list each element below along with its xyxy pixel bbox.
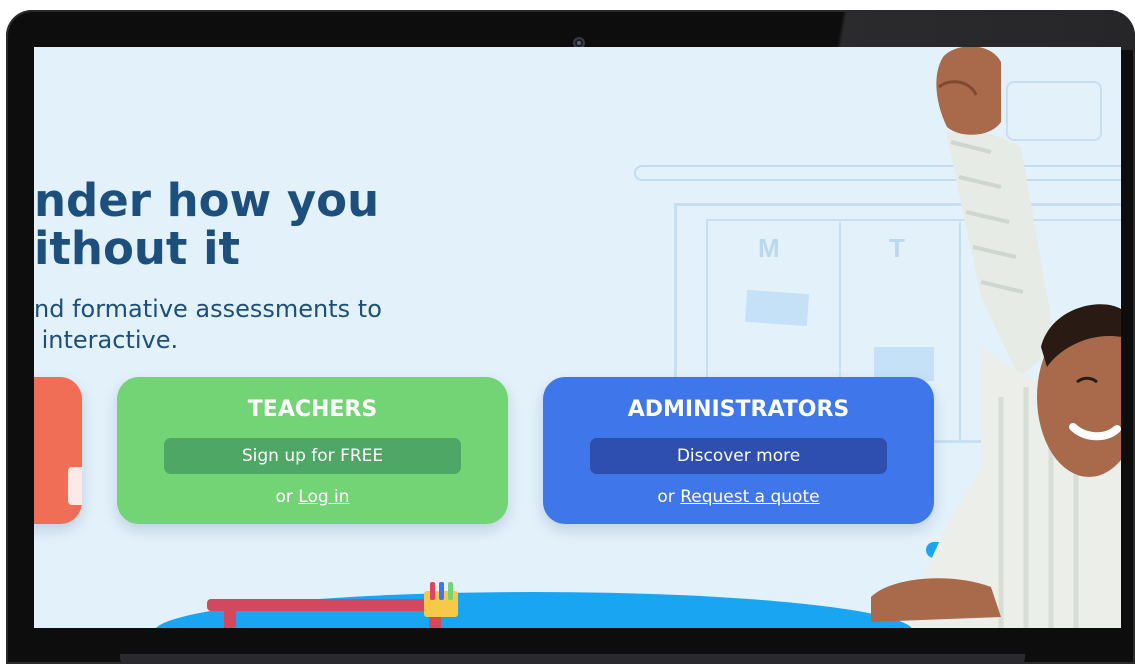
- hero-subtitle-line1: nd formative assessments to: [34, 295, 382, 323]
- administrators-quote-prefix: or: [657, 487, 681, 507]
- bezel-reflection: [715, 10, 1135, 50]
- hero-subtitle-line2: interactive.: [34, 326, 179, 354]
- teachers-card-title: TEACHERS: [247, 397, 378, 422]
- administrators-quote-link[interactable]: Request a quote: [680, 487, 819, 507]
- laptop-base: [120, 654, 1025, 664]
- pencil-illustration: [448, 582, 453, 600]
- sticky-note-illustration: [744, 289, 810, 327]
- hero-title-line2: ithout it: [34, 222, 241, 275]
- laptop-screen: M T nder how you ithout it nd formative …: [34, 47, 1121, 628]
- hero-subtitle: nd formative assessments to interactive.: [34, 294, 382, 356]
- teachers-login-prefix: or: [275, 487, 299, 507]
- teachers-signup-button[interactable]: Sign up for FREE: [164, 438, 461, 474]
- teachers-login-line: or Log in: [117, 487, 508, 507]
- calendar-day-monday: M: [758, 233, 780, 263]
- student-raising-hand-photo: [871, 47, 1121, 628]
- pencil-illustration: [430, 582, 435, 600]
- desk-leg: [224, 607, 236, 628]
- students-card[interactable]: [34, 377, 82, 524]
- teachers-card: TEACHERS Sign up for FREE or Log in: [117, 377, 508, 524]
- students-card-button-edge[interactable]: [68, 467, 82, 505]
- desk-illustration: [207, 599, 457, 611]
- pencil-illustration: [439, 582, 444, 600]
- teachers-login-link[interactable]: Log in: [298, 487, 349, 507]
- administrators-discover-button[interactable]: Discover more: [590, 438, 887, 474]
- hero-title-line1: nder how you: [34, 174, 380, 227]
- hero-title: nder how you ithout it: [34, 177, 379, 273]
